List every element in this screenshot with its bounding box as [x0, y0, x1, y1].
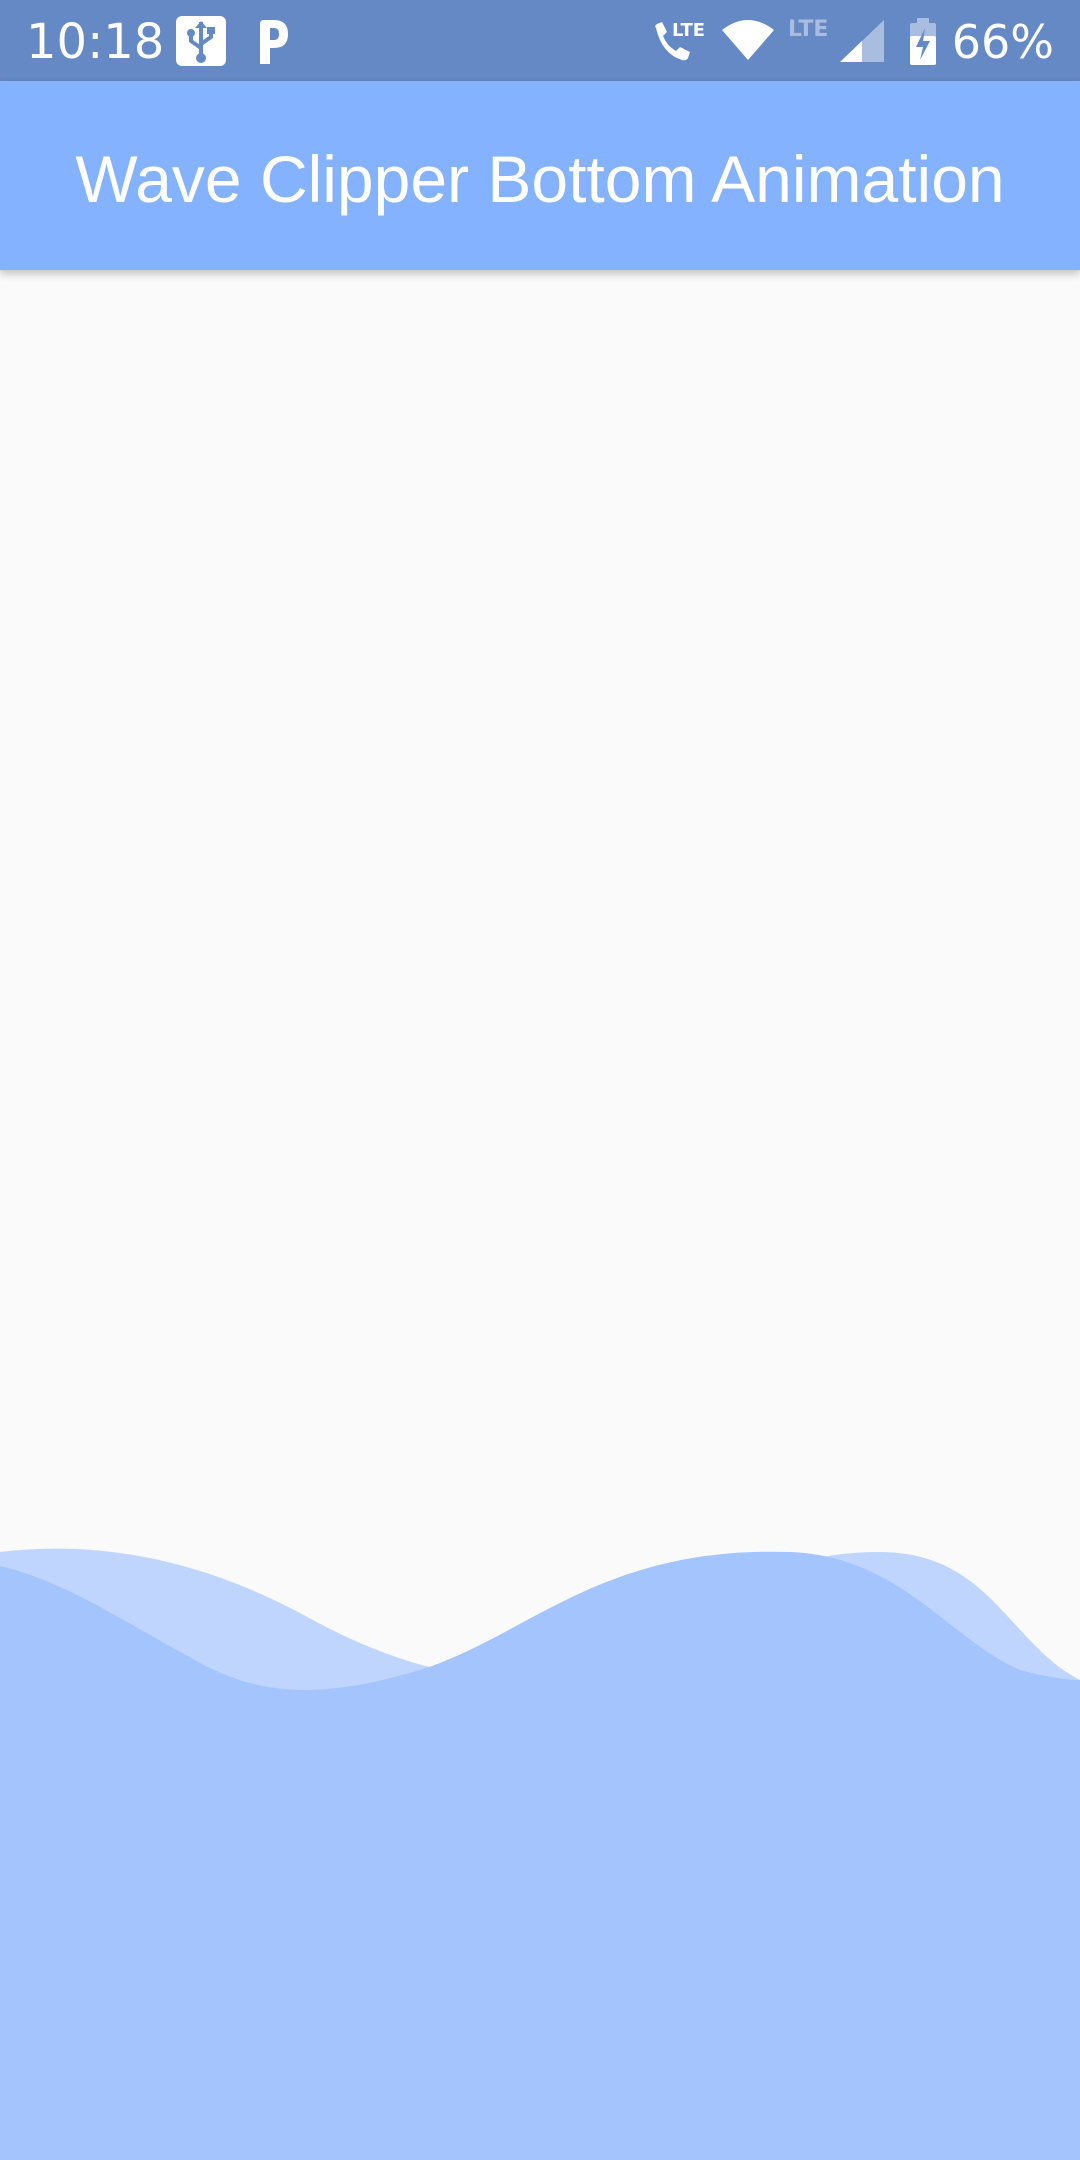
wave-animation — [0, 1548, 1080, 2160]
page-title: Wave Clipper Bottom Animation — [75, 142, 1005, 216]
usb-icon — [176, 16, 226, 66]
status-time: 10:18 — [26, 14, 165, 70]
battery-charging-icon — [910, 18, 936, 65]
lte-call-icon: LTE — [655, 20, 705, 61]
svg-text:LTE: LTE — [788, 17, 828, 42]
screen: 10:18 LTE LTE 66% Wave Clipper Bottom An… — [0, 0, 1080, 2160]
status-bar: 10:18 LTE LTE 66% — [0, 0, 1080, 81]
battery-percent: 66% — [951, 15, 1054, 69]
svg-text:LTE: LTE — [672, 20, 705, 41]
lte-signal-icon: LTE — [788, 17, 884, 62]
parking-icon — [260, 20, 288, 64]
app-bar: Wave Clipper Bottom Animation — [0, 81, 1080, 270]
wave-front — [0, 1551, 1080, 2160]
wifi-icon — [722, 20, 774, 60]
